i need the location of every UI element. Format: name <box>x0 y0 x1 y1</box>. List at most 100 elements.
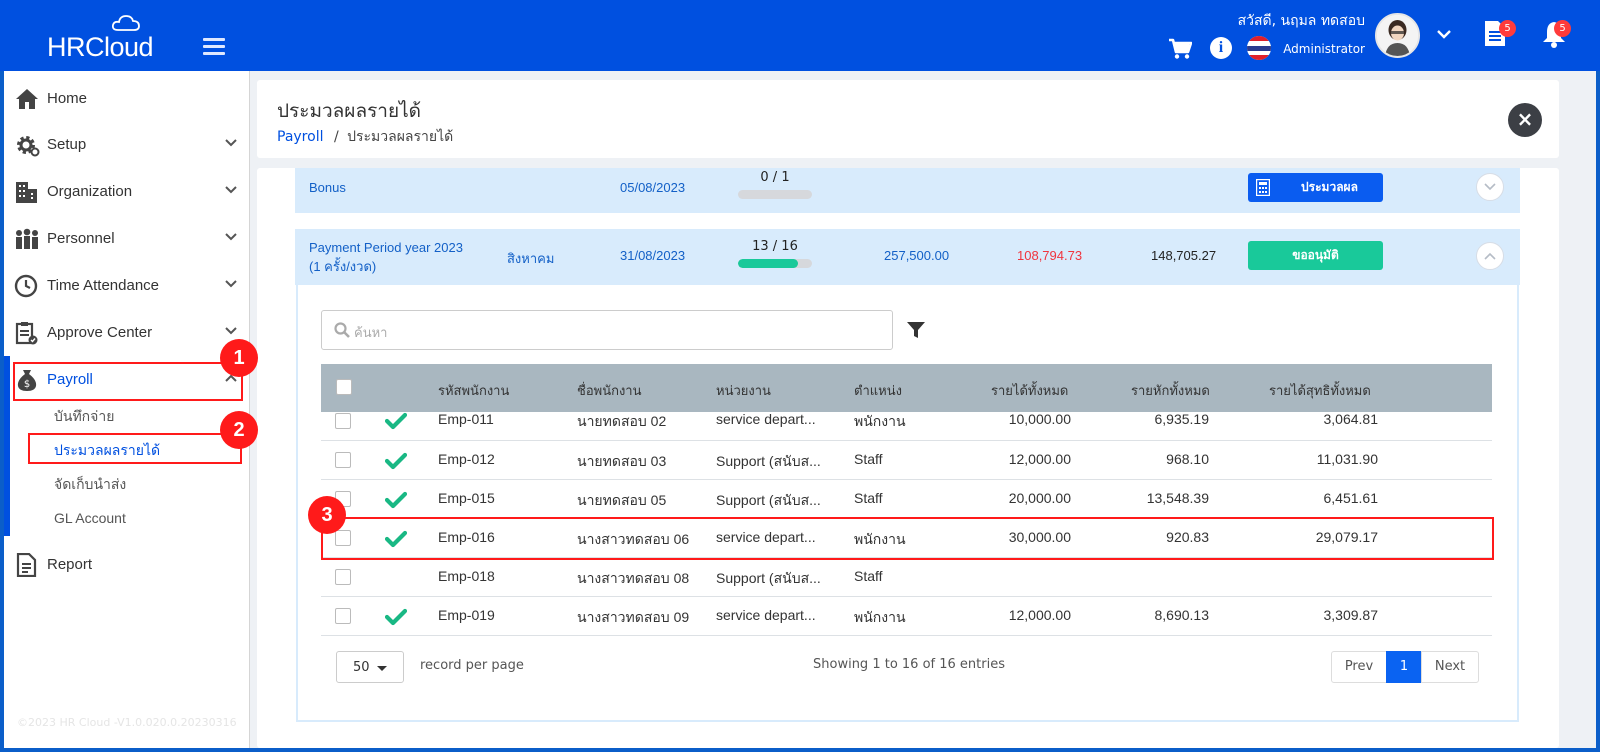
deduction-cell: 13,548.39 <box>1146 490 1209 506</box>
table-row[interactable]: Emp-018 นางสาวทดสอบ 08 Support (สนับส... St… <box>321 558 1492 597</box>
sidebar-item-label: Organization <box>47 183 133 200</box>
sidebar-item-personnel[interactable]: Personnel <box>4 219 250 259</box>
position-cell: Staff <box>854 490 883 506</box>
people-icon <box>16 228 38 249</box>
breadcrumb: Payroll / ประมวลผลรายได้ <box>277 126 453 148</box>
table-row[interactable]: Emp-015 นายทดสอบ 05 Support (สนับส... Staff… <box>321 480 1492 519</box>
sidebar-item-label: Approve Center <box>47 324 153 341</box>
income-cell: 12,000.00 <box>1008 451 1071 467</box>
period-name: Bonus <box>309 180 346 195</box>
column-header-employee-name[interactable]: ชื่อพนักงาน <box>577 380 642 401</box>
employee-name-cell: นางสาวทดสอบ 09 <box>577 609 690 625</box>
sidebar-item-label: Time Attendance <box>47 277 160 294</box>
sidebar: Home Setup Organization Personnel Time A… <box>4 71 250 748</box>
cart-icon[interactable] <box>1168 38 1192 60</box>
income-cell: 20,000.00 <box>1008 490 1071 506</box>
filter-icon[interactable] <box>906 320 926 340</box>
chevron-down-icon <box>1484 183 1496 191</box>
page-1-button[interactable]: 1 <box>1386 651 1422 683</box>
table-row[interactable]: Emp-011 นายทดสอบ 02 service depart... พนักง… <box>321 411 1492 441</box>
employee-name-cell: นายทดสอบ 05 <box>577 492 667 508</box>
search-input[interactable]: ค้นหา <box>321 310 893 350</box>
table-header: รหัสพนักงาน ชื่อพนักงาน หน่วยงาน ตำแหน่ง… <box>321 364 1492 412</box>
process-button[interactable]: ประมวลผล <box>1248 173 1383 202</box>
sidebar-item-report[interactable]: Report <box>4 545 250 585</box>
period-date: 31/08/2023 <box>620 248 686 263</box>
row-checkbox[interactable] <box>335 452 351 468</box>
column-header-department[interactable]: หน่วยงาน <box>716 380 771 401</box>
check-icon <box>385 452 407 470</box>
notification-badge: 5 <box>1554 20 1571 37</box>
column-header-total-deduction[interactable]: รายหักทั้งหมด <box>1131 380 1210 401</box>
row-checkbox[interactable] <box>335 608 351 624</box>
page-size-select[interactable]: 50 <box>336 651 404 683</box>
hrcloud-logo[interactable]: HRCloud <box>47 14 167 64</box>
check-icon <box>385 491 407 509</box>
breadcrumb-link-payroll[interactable]: Payroll <box>277 129 323 145</box>
column-header-total-net[interactable]: รายได้สุทธิทั้งหมด <box>1269 380 1371 401</box>
sidebar-subitem-submit-collection[interactable]: จัดเก็บนำส่ง <box>54 474 126 496</box>
sidebar-item-time-attendance[interactable]: Time Attendance <box>4 266 250 306</box>
next-page-button[interactable]: Next <box>1421 651 1479 683</box>
chevron-down-icon[interactable] <box>1436 28 1452 40</box>
calculator-icon <box>1256 179 1270 196</box>
collapse-button[interactable] <box>1476 242 1504 270</box>
select-all-checkbox[interactable] <box>336 379 352 395</box>
sidebar-item-label: Report <box>47 556 93 573</box>
period-month: สิงหาคม <box>507 251 555 266</box>
gear-icon <box>17 136 40 157</box>
employee-id-cell: Emp-019 <box>438 607 495 623</box>
column-header-total-income[interactable]: รายได้ทั้งหมด <box>991 380 1068 401</box>
sidebar-item-approve-center[interactable]: Approve Center <box>4 313 250 353</box>
caret-down-icon <box>377 666 387 671</box>
net-cell: 3,309.87 <box>1323 607 1379 623</box>
total-deduction: 108,794.73 <box>1017 248 1083 263</box>
breadcrumb-separator: / <box>333 129 339 145</box>
copyright-text: ©2023 HR Cloud -V1.0.020.0.20230316 <box>17 716 237 729</box>
sidebar-subitem-payment-record[interactable]: บันทึกจ่าย <box>54 406 114 428</box>
annotation-marker-3: 3 <box>308 496 346 534</box>
sidebar-item-setup[interactable]: Setup <box>4 125 250 165</box>
progress-bar <box>738 190 812 199</box>
app-name: HRCloud <box>47 32 154 62</box>
employee-id-cell: Emp-011 <box>438 411 494 427</box>
annotation-marker-2: 2 <box>220 411 258 449</box>
sidebar-item-home[interactable]: Home <box>4 79 250 119</box>
department-cell: Support (สนับส... <box>716 453 821 469</box>
net-cell: 11,031.90 <box>1316 451 1378 467</box>
search-icon <box>334 322 350 338</box>
annotation-box-process-income <box>28 433 242 464</box>
row-checkbox[interactable] <box>335 569 351 585</box>
per-page-label: record per page <box>420 658 524 673</box>
column-header-position[interactable]: ตำแหน่ง <box>854 380 902 401</box>
thai-flag-icon[interactable] <box>1247 36 1271 60</box>
prev-page-button[interactable]: Prev <box>1331 651 1387 683</box>
expand-button[interactable] <box>1476 173 1504 201</box>
clock-icon <box>14 274 38 298</box>
user-avatar[interactable] <box>1375 13 1420 58</box>
column-header-employee-id[interactable]: รหัสพนักงาน <box>438 380 509 401</box>
period-frequency: (1 ครั้ง/งวด) <box>309 259 377 274</box>
total-net: 148,705.27 <box>1151 248 1217 263</box>
position-cell: Staff <box>854 451 883 467</box>
chevron-down-icon <box>225 327 237 335</box>
department-cell: Support (สนับส... <box>716 492 821 508</box>
home-icon <box>16 89 38 109</box>
employee-id-cell: Emp-012 <box>438 451 495 467</box>
position-cell: Staff <box>854 568 883 584</box>
period-row-bonus[interactable]: Bonus 05/08/2023 0 / 1 ประมวลผล <box>295 168 1520 213</box>
period-row-payment-period[interactable]: Payment Period year 2023 (1 ครั้ง/งวด) ส… <box>295 229 1520 285</box>
table-row[interactable]: Emp-019 นางสาวทดสอบ 09 service depart... พน… <box>321 597 1492 636</box>
close-icon[interactable]: × <box>1508 103 1542 137</box>
chevron-down-icon <box>225 139 237 147</box>
menu-toggle-icon[interactable] <box>203 38 225 56</box>
table-row[interactable]: Emp-012 นายทดสอบ 03 Support (สนับส... Staff… <box>321 441 1492 480</box>
info-icon[interactable]: i <box>1210 37 1232 59</box>
sidebar-subitem-gl-account[interactable]: GL Account <box>54 510 126 526</box>
request-approval-button[interactable]: ขออนุมัติ <box>1248 241 1383 270</box>
income-cell: 10,000.00 <box>1008 411 1071 427</box>
top-header: HRCloud สวัสดี, นฤมล ทดสอบ Administrator… <box>0 0 1600 71</box>
row-checkbox[interactable] <box>335 413 351 429</box>
sidebar-item-organization[interactable]: Organization <box>4 172 250 212</box>
net-cell: 6,451.61 <box>1323 490 1379 506</box>
